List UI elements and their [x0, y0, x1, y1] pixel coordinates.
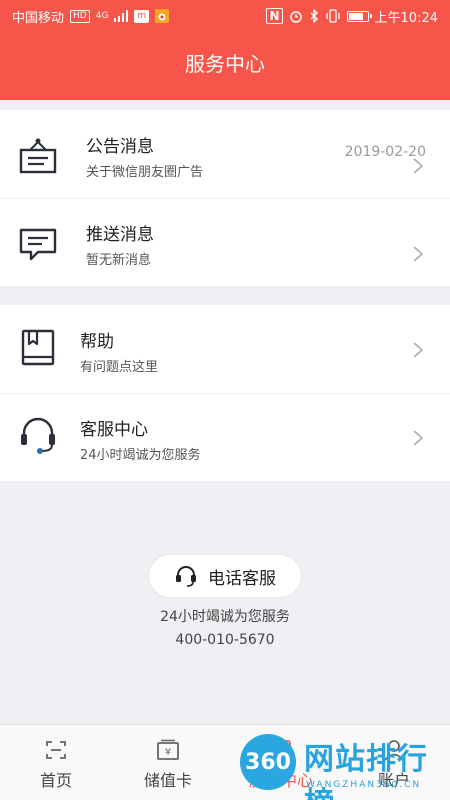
chevron-right-icon — [413, 158, 424, 174]
chevron-right-icon — [413, 430, 424, 446]
tab-stored-value-card-label: 储值卡 — [143, 771, 192, 790]
help-subtitle: 有问题点这里 — [80, 360, 159, 375]
tab-home[interactable]: 首页 — [0, 725, 112, 800]
battery-icon — [346, 10, 372, 22]
customer-service-title: 客服中心 — [80, 420, 148, 440]
announcement-board-icon — [19, 138, 57, 174]
support-card: 帮助 有问题点这里 客服中心 24小时竭诚为您服务 — [0, 305, 450, 481]
hd-badge: HD — [70, 9, 90, 23]
chat-bubble-icon — [19, 228, 57, 261]
push-message-subtitle: 暂无新消息 — [86, 253, 152, 268]
phone-service-button[interactable]: 电话客服 — [148, 554, 302, 598]
status-left: 中国移动 HD 4G m — [12, 7, 170, 26]
help-title: 帮助 — [80, 332, 114, 352]
carrier-label: 中国移动 — [12, 10, 65, 26]
signal-icon — [114, 10, 129, 22]
help-row[interactable]: 帮助 有问题点这里 — [0, 305, 450, 393]
book-icon — [21, 329, 55, 366]
service-phone-number[interactable]: 400-010-5670 — [0, 632, 450, 648]
battery-fill — [348, 12, 363, 20]
status-bar: 中国移动 HD 4G m N 上午10:24 — [0, 0, 450, 32]
vibrate-icon — [325, 9, 340, 23]
announcement-subtitle: 关于微信朋友圈广告 — [86, 165, 204, 180]
svg-text:¥: ¥ — [165, 747, 171, 758]
chevron-right-icon — [413, 342, 424, 358]
watermark-text: 网站排行榜 — [304, 742, 428, 800]
headset-icon — [176, 566, 196, 587]
tab-home-label: 首页 — [39, 771, 72, 790]
headset-icon — [21, 417, 55, 454]
page-title: 服务中心 — [185, 52, 265, 76]
status-right: N 上午10:24 — [266, 7, 438, 26]
clock-label: 上午10:24 — [374, 10, 438, 26]
service-hours-text: 24小时竭诚为您服务 — [160, 609, 290, 625]
watermark-overlay: 360 网站排行榜 WANGZHAN360.CN — [236, 732, 450, 800]
announcement-row[interactable]: 公告消息 关于微信朋友圈广告 2019-02-20 — [0, 110, 450, 198]
watermark-url: WANGZHAN360.CN — [306, 780, 422, 790]
customer-service-subtitle: 24小时竭诚为您服务 — [80, 448, 201, 463]
messages-card: 公告消息 关于微信朋友圈广告 2019-02-20 推送消息 暂无新消息 — [0, 110, 450, 286]
yen-card-icon: ¥ — [157, 739, 179, 760]
nfc-icon: N — [266, 8, 283, 24]
phone-service-label: 电话客服 — [208, 568, 276, 589]
network-label: 4G — [95, 11, 109, 21]
tab-stored-value-card[interactable]: ¥ 储值卡 — [112, 725, 224, 800]
watermark-logo: 360 — [240, 734, 296, 790]
bluetooth-icon — [310, 9, 318, 23]
push-message-title: 推送消息 — [86, 225, 154, 245]
scan-frame-icon — [46, 741, 66, 759]
app-notification-icon: m — [134, 9, 150, 23]
weibo-icon — [155, 9, 170, 23]
alarm-icon — [289, 11, 302, 23]
push-message-row[interactable]: 推送消息 暂无新消息 — [0, 198, 450, 286]
chevron-right-icon — [413, 246, 424, 262]
header-bar: 中国移动 HD 4G m N 上午10:24 服务中心 — [0, 0, 450, 100]
announcement-title: 公告消息 — [86, 137, 154, 157]
customer-service-row[interactable]: 客服中心 24小时竭诚为您服务 — [0, 393, 450, 481]
